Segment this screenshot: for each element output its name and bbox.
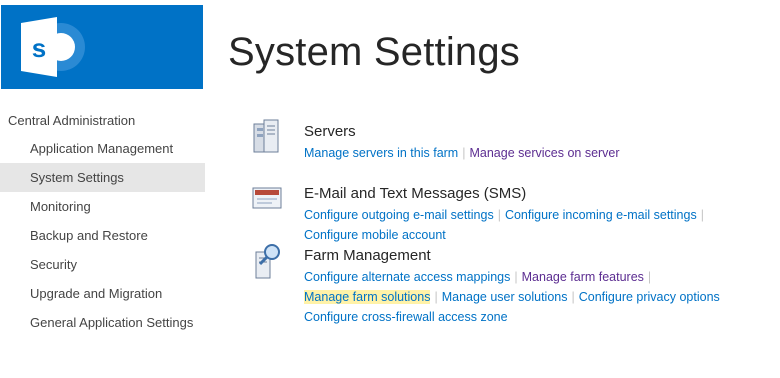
logo-letter: s [32, 33, 46, 63]
nav-item-application-management[interactable]: Application Management [0, 134, 205, 163]
settings-content: Servers Manage servers in this farm | Mana… [250, 118, 780, 324]
email-title: E-Mail and Text Messages (SMS) [304, 185, 527, 202]
link-manage-user-solutions[interactable]: Manage user solutions [442, 290, 568, 304]
nav-item-system-settings[interactable]: System Settings [0, 163, 205, 192]
email-section: E-Mail and Text Messages (SMS) Configure… [250, 180, 780, 242]
link-configure-mobile-account[interactable]: Configure mobile account [304, 228, 446, 242]
separator: | [434, 290, 438, 304]
separator: | [514, 270, 518, 284]
nav-item-general-application-settings[interactable]: General Application Settings [0, 308, 205, 337]
link-manage-servers-in-this-farm[interactable]: Manage servers in this farm [304, 146, 458, 160]
link-configure-alternate-access-mappings[interactable]: Configure alternate access mappings [304, 270, 510, 284]
nav-item-monitoring[interactable]: Monitoring [0, 192, 205, 221]
quick-launch-nav: Central Administration Application Manag… [0, 108, 205, 337]
farm-management-section: Farm Management Configure alternate acce… [250, 242, 780, 324]
link-manage-farm-features[interactable]: Manage farm features [522, 270, 644, 284]
nav-root-central-administration[interactable]: Central Administration [0, 108, 205, 134]
separator: | [571, 290, 575, 304]
farm-management-icon [255, 244, 280, 279]
link-configure-outgoing-email-settings[interactable]: Configure outgoing e-mail settings [304, 208, 494, 222]
separator: | [647, 270, 652, 284]
separator: | [462, 146, 466, 160]
nav-item-backup-and-restore[interactable]: Backup and Restore [0, 221, 205, 250]
servers-title: Servers [304, 123, 356, 140]
separator: | [497, 208, 501, 222]
sharepoint-logo-icon: s [21, 17, 85, 77]
sharepoint-logo[interactable]: s [1, 5, 203, 89]
separator: | [700, 208, 704, 222]
nav-item-upgrade-and-migration[interactable]: Upgrade and Migration [0, 279, 205, 308]
servers-icon [253, 119, 279, 153]
link-configure-incoming-email-settings[interactable]: Configure incoming e-mail settings [505, 208, 697, 222]
page-title: System Settings [228, 30, 521, 74]
email-icon [252, 187, 282, 209]
link-manage-farm-solutions[interactable]: Manage farm solutions [304, 290, 431, 304]
link-manage-services-on-server[interactable]: Manage services on server [469, 146, 619, 160]
farm-management-title: Farm Management [304, 247, 431, 264]
servers-section: Servers Manage servers in this farm | Mana… [250, 118, 780, 180]
nav-item-security[interactable]: Security [0, 250, 205, 279]
link-configure-privacy-options[interactable]: Configure privacy options [579, 290, 720, 304]
link-configure-cross-firewall-access-zone[interactable]: Configure cross-firewall access zone [304, 310, 508, 324]
